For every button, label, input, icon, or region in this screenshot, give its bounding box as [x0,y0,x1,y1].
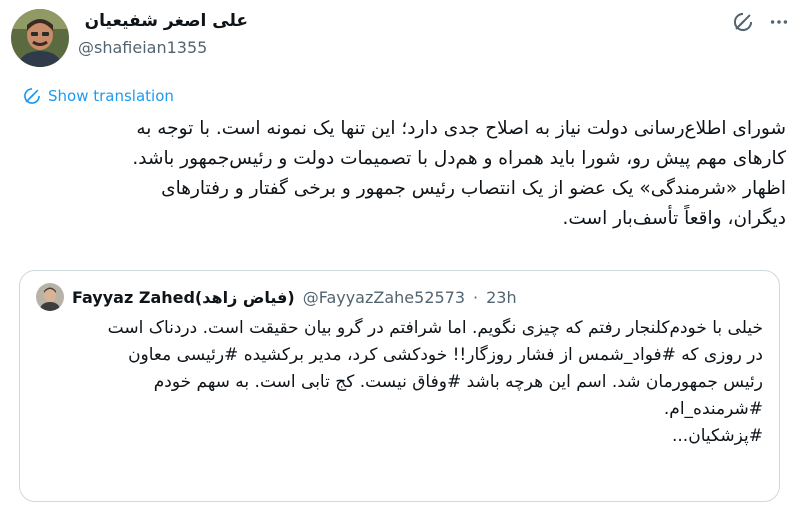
tweet-line: کارهای مهم پیش رو، شورا باید همراه و هم‌… [132,148,786,169]
separator-dot: · [473,287,479,307]
tweet-line: شورای اطلاع‌رسانی دولت نیاز به اصلاح جدی… [136,118,786,139]
show-translation-label: Show translation [48,87,174,105]
tweet-line: دیگران، واقعاً تأسف‌بار است. [562,208,786,229]
quote-line: در روزی که #فواد_شمس از فشار روزگار!! خو… [128,345,763,365]
tweet-actions [732,11,790,33]
author-display-name[interactable]: علی اصغر شفیعیان [68,10,248,32]
grok-icon[interactable] [732,11,754,33]
more-icon[interactable] [768,11,790,33]
quote-line: #شرمنده_ام. [663,399,763,419]
quoted-author-handle[interactable]: @FayyazZahe52573 [303,288,465,307]
author-avatar[interactable] [11,9,69,67]
quoted-author-avatar[interactable] [36,283,64,311]
quote-line: خیلی با خودم‌کلنجار رفتم که چیزی نگویم. … [107,318,763,338]
translate-icon [22,86,42,106]
quoted-timestamp[interactable]: 23h [486,288,517,307]
author-handle[interactable]: @shafieian1355 [78,38,207,57]
author-block: علی اصغر شفیعیان [68,10,248,32]
tweet-text: شورای اطلاع‌رسانی دولت نیاز به اصلاح جدی… [20,114,786,234]
quoted-tweet-header: Fayyaz Zahed(فیاض زاهد) @FayyazZahe52573… [36,283,517,311]
quoted-tweet-text: خیلی با خودم‌کلنجار رفتم که چیزی نگویم. … [36,315,763,450]
quoted-author-name[interactable]: Fayyaz Zahed(فیاض زاهد) [72,288,295,307]
tweet-line: اظهار «شرمندگی» یک عضو از یک انتصاب رئیس… [161,178,786,199]
show-translation-link[interactable]: Show translation [22,86,174,106]
quoted-tweet[interactable]: Fayyaz Zahed(فیاض زاهد) @FayyazZahe52573… [19,270,780,502]
quote-line: رئیس جمهورمان شد. اسم این هرچه باشد #وفا… [153,372,763,392]
quote-line: #پزشکیان... [672,426,763,446]
